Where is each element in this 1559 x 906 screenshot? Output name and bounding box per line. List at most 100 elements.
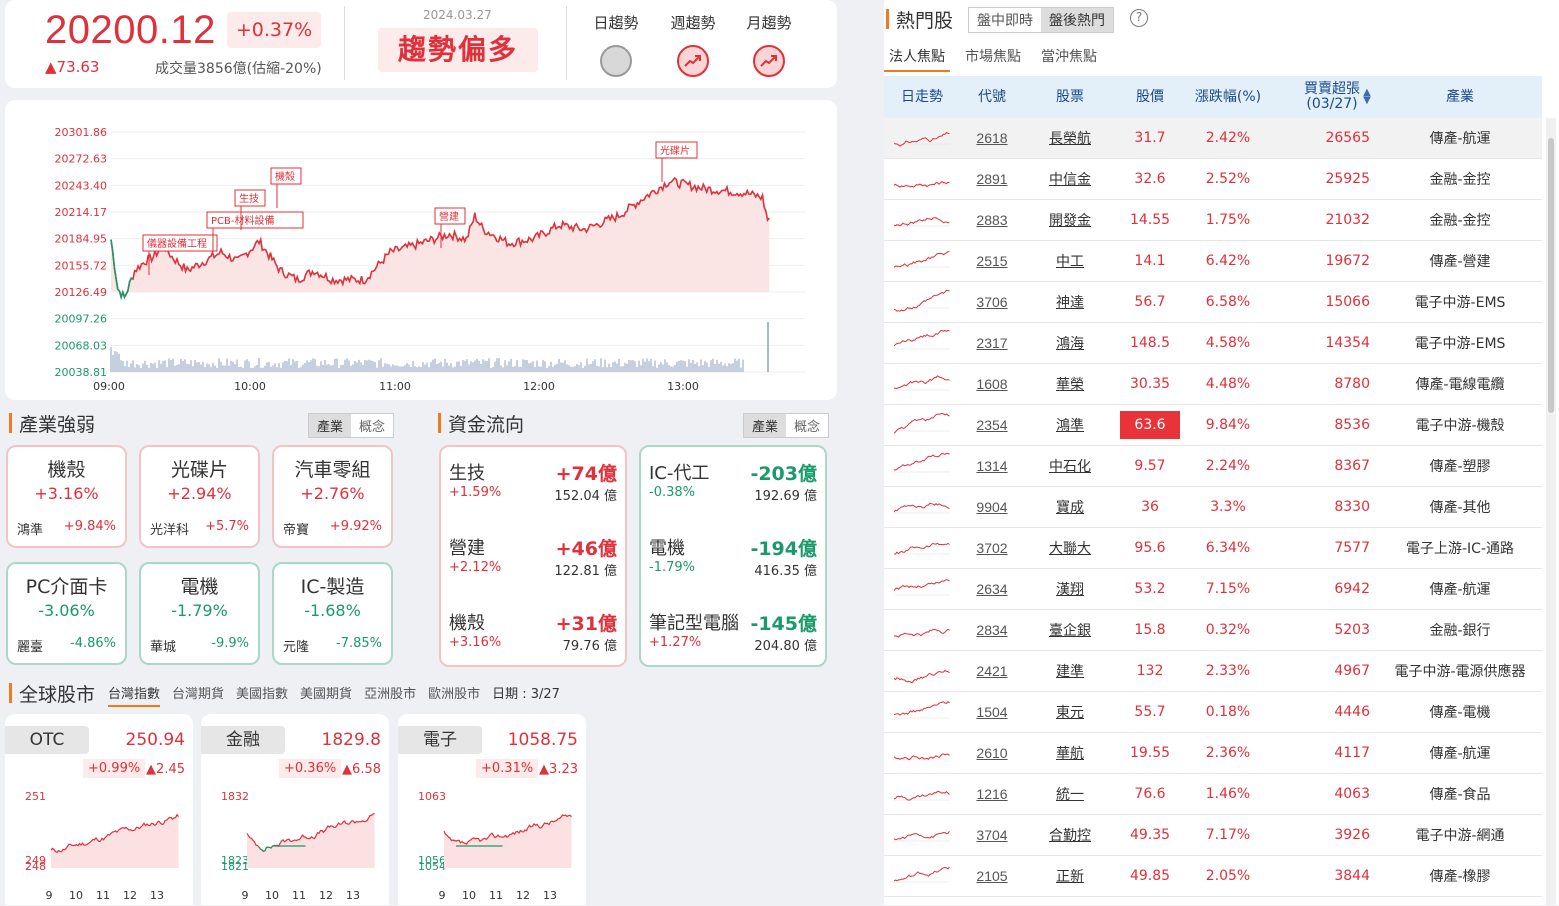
stock-name[interactable]: 東元 xyxy=(1030,692,1110,732)
col-code[interactable]: 代號 xyxy=(962,76,1022,118)
stock-name[interactable]: 中信金 xyxy=(1030,159,1110,199)
stock-name[interactable]: 建準 xyxy=(1030,651,1110,691)
table-row[interactable]: 1608 華榮 30.35 4.48% 8780 傳產-電線電纜 xyxy=(884,364,1542,405)
col-price[interactable]: 股價 xyxy=(1120,76,1180,118)
event-annotation[interactable]: 光碟片 xyxy=(655,141,698,182)
stock-code[interactable]: 2618 xyxy=(962,118,1022,158)
scrollbar-thumb[interactable] xyxy=(1548,138,1554,413)
stock-name[interactable]: 統一 xyxy=(1030,774,1110,814)
stock-code[interactable]: 2515 xyxy=(962,241,1022,281)
sort-icon[interactable]: ▲ ▼ xyxy=(1360,76,1374,118)
daily-trend[interactable]: 日趨勢 xyxy=(586,12,646,77)
leader-stock[interactable]: 麗臺 xyxy=(17,636,43,655)
industry-box[interactable]: PC介面卡 -3.06% 麗臺 -4.86% xyxy=(6,562,127,665)
stock-name[interactable]: 中石化 xyxy=(1030,446,1110,486)
col-pct[interactable]: 漲跌幅(%) xyxy=(1184,76,1272,118)
table-row[interactable]: 2883 開發金 14.55 1.75% 21032 金融-金控 xyxy=(884,200,1542,241)
stock-name[interactable]: 漢翔 xyxy=(1030,569,1110,609)
industry-box[interactable]: 光碟片 +2.94% 光洋科 +5.7% xyxy=(139,445,260,548)
weekly-trend[interactable]: 週趨勢 xyxy=(663,12,723,77)
flow-row[interactable]: IC-代工 -203億 -0.38% 192.69 億 xyxy=(649,459,817,519)
industry-toggle[interactable]: 產業 概念 xyxy=(308,413,395,438)
fundflow-toggle[interactable]: 產業 概念 xyxy=(743,413,830,438)
tab-us-futures[interactable]: 美國期貨 xyxy=(300,683,352,707)
scrollbar[interactable] xyxy=(1546,118,1556,905)
stock-name[interactable]: 大聯大 xyxy=(1030,528,1110,568)
industry-box[interactable]: 電機 -1.79% 華城 -9.9% xyxy=(139,562,260,665)
stock-name[interactable]: 中工 xyxy=(1030,241,1110,281)
stock-code[interactable]: 2317 xyxy=(962,323,1022,363)
stock-code[interactable]: 3704 xyxy=(962,815,1022,855)
flow-row[interactable]: 生技 +74億 +1.59% 152.04 億 xyxy=(449,459,617,519)
market-card[interactable]: 金融 1829.8 +0.36% ▲6.58 1832 1823 1821 9 10 11 12 13 xyxy=(201,714,389,905)
tab-us-index[interactable]: 美國指數 xyxy=(236,683,288,707)
industry-toggle-industry[interactable]: 產業 xyxy=(309,414,352,437)
stock-name[interactable]: 開發金 xyxy=(1030,200,1110,240)
industry-toggle-concept[interactable]: 概念 xyxy=(351,414,394,437)
industry-box[interactable]: IC-製造 -1.68% 元隆 -7.85% xyxy=(272,562,393,665)
stock-code[interactable]: 2354 xyxy=(962,405,1022,445)
table-row[interactable]: 2421 建準 132 2.33% 4967 電子中游-電源供應器 xyxy=(884,651,1542,692)
stock-name[interactable]: 神達 xyxy=(1030,282,1110,322)
stock-code[interactable]: 2883 xyxy=(962,200,1022,240)
industry-box[interactable]: 機殼 +3.16% 鴻準 +9.84% xyxy=(6,445,127,548)
table-row[interactable]: 2834 臺企銀 15.8 0.32% 5203 金融-銀行 xyxy=(884,610,1542,651)
fundflow-toggle-industry[interactable]: 產業 xyxy=(744,414,787,437)
intraday-chart[interactable]: 20301.86 20272.63 20243.40 20214.17 20184.95… xyxy=(5,100,837,400)
stock-name[interactable]: 鴻準 xyxy=(1030,405,1110,445)
flow-row[interactable]: 營建 +46億 +2.12% 122.81 億 xyxy=(449,534,617,594)
stock-code[interactable]: 2610 xyxy=(962,733,1022,773)
stock-name[interactable]: 華榮 xyxy=(1030,364,1110,404)
industry-box[interactable]: 汽車零組 +2.76% 帝寶 +9.92% xyxy=(272,445,393,548)
col-name[interactable]: 股票 xyxy=(1030,76,1110,118)
stock-code[interactable]: 1504 xyxy=(962,692,1022,732)
market-card[interactable]: OTC 250.94 +0.99% ▲2.45 251 249 248 9 10 11 12 13 xyxy=(5,714,193,905)
table-row[interactable]: 3706 神達 56.7 6.58% 15066 電子中游-EMS xyxy=(884,282,1542,323)
stock-name[interactable]: 臺企銀 xyxy=(1030,610,1110,650)
stock-code[interactable]: 2634 xyxy=(962,569,1022,609)
hot-segment[interactable]: 盤中即時 盤後熱門 xyxy=(968,7,1114,33)
tab-asia[interactable]: 亞洲股市 xyxy=(364,683,416,707)
stock-code[interactable]: 2834 xyxy=(962,610,1022,650)
table-row[interactable]: 2515 中工 14.1 6.42% 19672 傳產-營建 xyxy=(884,241,1542,282)
stock-name[interactable]: 合勤控 xyxy=(1030,815,1110,855)
event-annotation[interactable]: 機殼 xyxy=(270,167,302,208)
table-row[interactable]: 2618 長榮航 31.7 2.42% 26565 傳產-航運 xyxy=(884,118,1542,159)
flow-row[interactable]: 電機 -194億 -1.79% 416.35 億 xyxy=(649,534,817,594)
monthly-trend[interactable]: 月趨勢 xyxy=(739,12,799,77)
table-row[interactable]: 3702 大聯大 95.6 6.34% 7577 電子上游-IC-通路 xyxy=(884,528,1542,569)
stock-code[interactable]: 2105 xyxy=(962,856,1022,896)
table-row[interactable]: 2610 華航 19.55 2.36% 4117 傳產-航運 xyxy=(884,733,1542,774)
leader-stock[interactable]: 光洋科 xyxy=(150,519,189,538)
fundflow-toggle-concept[interactable]: 概念 xyxy=(786,414,829,437)
stock-code[interactable]: 3702 xyxy=(962,528,1022,568)
stock-code[interactable]: 1608 xyxy=(962,364,1022,404)
tab-market[interactable]: 市場焦點 xyxy=(960,44,1026,72)
help-icon[interactable]: ? xyxy=(1130,9,1148,27)
stock-code[interactable]: 9904 xyxy=(962,487,1022,527)
table-row[interactable]: 1504 東元 55.7 0.18% 4446 傳產-電機 xyxy=(884,692,1542,733)
seg-intraday[interactable]: 盤中即時 xyxy=(969,8,1041,32)
stock-name[interactable]: 正新 xyxy=(1030,856,1110,896)
market-card[interactable]: 電子 1058.75 +0.31% ▲3.23 1063 1056 1054 9 10 11 12 1… xyxy=(398,714,586,905)
tab-institutional[interactable]: 法人焦點 xyxy=(884,44,950,72)
table-row[interactable]: 2354 鴻準 63.6 9.84% 8536 電子中游-機殼 xyxy=(884,405,1542,446)
flow-row[interactable]: 筆記型電腦 -145億 +1.27% 204.80 億 xyxy=(649,609,817,669)
table-row[interactable]: 2634 漢翔 53.2 7.15% 6942 傳產-航運 xyxy=(884,569,1542,610)
table-row[interactable]: 1216 統一 76.6 1.46% 4063 傳產-食品 xyxy=(884,774,1542,815)
leader-stock[interactable]: 華城 xyxy=(150,636,176,655)
tab-tw-index[interactable]: 台灣指數 xyxy=(108,683,161,707)
leader-stock[interactable]: 帝寶 xyxy=(283,519,309,538)
table-row[interactable]: 2105 正新 49.85 2.05% 3844 傳產-橡膠 xyxy=(884,856,1542,897)
tab-tw-futures[interactable]: 台灣期貨 xyxy=(172,683,224,707)
leader-stock[interactable]: 元隆 xyxy=(283,636,309,655)
stock-code[interactable]: 1314 xyxy=(962,446,1022,486)
stock-code[interactable]: 2421 xyxy=(962,651,1022,691)
stock-name[interactable]: 長榮航 xyxy=(1030,118,1110,158)
flow-row[interactable]: 機殼 +31億 +3.16% 79.76 億 xyxy=(449,609,617,669)
stock-code[interactable]: 3706 xyxy=(962,282,1022,322)
table-row[interactable]: 3704 合勤控 49.35 7.17% 3926 電子中游-網通 xyxy=(884,815,1542,856)
table-row[interactable]: 2317 鴻海 148.5 4.58% 14354 電子中游-EMS xyxy=(884,323,1542,364)
stock-name[interactable]: 寶成 xyxy=(1030,487,1110,527)
stock-code[interactable]: 2891 xyxy=(962,159,1022,199)
